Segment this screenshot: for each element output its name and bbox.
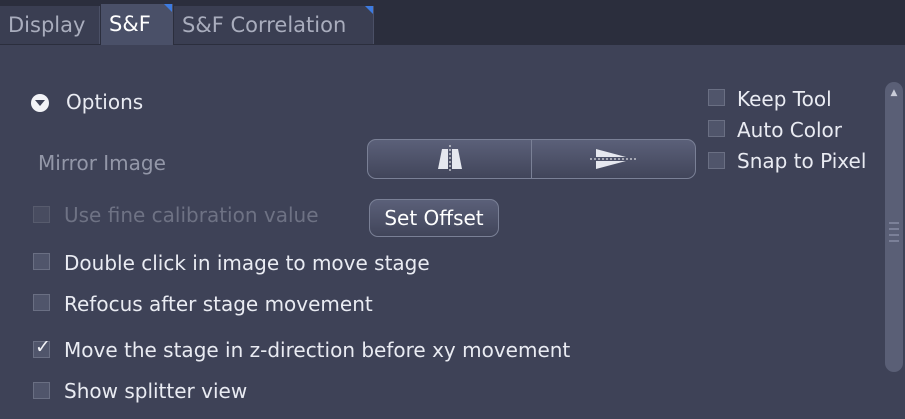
tab-bar: Display S&F S&F Correlation bbox=[0, 0, 905, 45]
fine-calibration-checkbox[interactable] bbox=[33, 206, 50, 223]
mirror-image-label: Mirror Image bbox=[38, 151, 166, 175]
tab-label: S&F Correlation bbox=[182, 13, 347, 37]
options-header[interactable]: Options bbox=[66, 90, 143, 114]
tab-corner-marker bbox=[164, 4, 172, 12]
scroll-grip bbox=[889, 222, 899, 224]
auto-color-label: Auto Color bbox=[737, 118, 843, 142]
keep-tool-checkbox[interactable] bbox=[708, 89, 725, 106]
mirror-vertical-button[interactable] bbox=[531, 140, 695, 178]
vertical-scrollbar[interactable]: ▲ bbox=[885, 82, 903, 372]
checkmark-icon: ✓ bbox=[35, 336, 51, 358]
scroll-grip bbox=[889, 228, 899, 230]
refocus-label: Refocus after stage movement bbox=[64, 292, 373, 316]
scroll-up-icon[interactable]: ▲ bbox=[887, 86, 901, 100]
double-click-move-stage-label: Double click in image to move stage bbox=[64, 251, 430, 275]
tab-s-and-f[interactable]: S&F bbox=[101, 4, 173, 45]
refocus-checkbox[interactable] bbox=[33, 294, 50, 311]
move-z-first-label: Move the stage in z-direction before xy … bbox=[64, 338, 571, 362]
fine-calibration-label: Use fine calibration value bbox=[64, 203, 319, 227]
flip-horizontal-icon bbox=[438, 145, 462, 173]
tab-corner-marker bbox=[365, 6, 373, 14]
snap-to-pixel-checkbox[interactable] bbox=[708, 152, 725, 169]
mirror-image-button-group bbox=[367, 139, 696, 179]
scroll-grip bbox=[889, 240, 899, 242]
flip-vertical-icon bbox=[590, 149, 636, 169]
show-splitter-view-label: Show splitter view bbox=[64, 379, 248, 403]
snap-to-pixel-label: Snap to Pixel bbox=[737, 149, 867, 173]
tab-label: Display bbox=[8, 13, 86, 37]
mirror-horizontal-button[interactable] bbox=[368, 140, 531, 178]
move-z-first-checkbox[interactable]: ✓ bbox=[33, 336, 51, 358]
keep-tool-label: Keep Tool bbox=[737, 87, 832, 111]
chevron-down-icon[interactable] bbox=[31, 94, 49, 112]
scroll-grip bbox=[889, 234, 899, 236]
show-splitter-view-checkbox[interactable] bbox=[33, 382, 50, 399]
set-offset-button[interactable]: Set Offset bbox=[369, 199, 499, 237]
tab-s-and-f-correlation[interactable]: S&F Correlation bbox=[174, 6, 374, 44]
tab-label: S&F bbox=[109, 12, 151, 36]
double-click-move-stage-checkbox[interactable] bbox=[33, 253, 50, 270]
tab-display[interactable]: Display bbox=[0, 6, 100, 44]
auto-color-checkbox[interactable] bbox=[708, 120, 725, 137]
